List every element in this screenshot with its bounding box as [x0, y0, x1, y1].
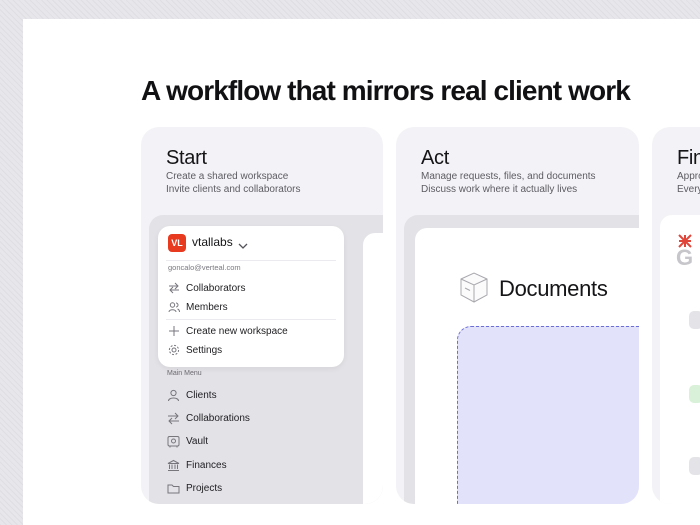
- users-icon: [168, 302, 180, 313]
- folder-icon: [167, 484, 180, 493]
- menu-item-label: Members: [186, 301, 228, 313]
- divider: [166, 319, 336, 320]
- menu-item-collaborators[interactable]: Collaborators: [168, 281, 245, 295]
- card-description-line: Every: [677, 184, 700, 195]
- sidebar-item-clients[interactable]: Clients: [167, 387, 217, 403]
- card-description-line: Invite clients and collaborators: [166, 184, 301, 195]
- status-pill: [689, 385, 700, 403]
- user-icon: [168, 389, 179, 401]
- documents-title: Documents: [499, 276, 608, 301]
- card-act: Act Manage requests, files, and document…: [396, 127, 639, 504]
- sidebar-item-collaborations[interactable]: Collaborations: [167, 410, 250, 426]
- card-start: Start Create a shared workspace Invite c…: [141, 127, 383, 504]
- plus-icon: [169, 326, 179, 336]
- card-finish: Fin Appro Every G: [652, 127, 700, 504]
- menu-item-label: Collaborators: [186, 282, 246, 294]
- menu-item-settings[interactable]: Settings: [168, 343, 222, 357]
- card-description-line: Appro: [677, 171, 700, 182]
- gear-icon: [168, 344, 180, 356]
- main-menu-label: Main Menu: [167, 370, 202, 377]
- chevron-down-icon[interactable]: [238, 237, 248, 255]
- status-pill: [689, 457, 700, 475]
- sidebar-item-label: Projects: [186, 482, 223, 494]
- card-description-line: Create a shared workspace: [166, 171, 289, 182]
- sidebar-item-finances[interactable]: Finances: [167, 457, 227, 473]
- divider: [166, 260, 336, 261]
- card-description-line: Discuss work where it actually lives: [421, 184, 578, 195]
- file-dropzone[interactable]: [457, 326, 639, 504]
- folder-3d-icon: [458, 271, 490, 310]
- swap-arrows-icon: [169, 282, 179, 294]
- workspace-email: goncalo@verteal.com: [168, 263, 241, 272]
- card-title: Act: [421, 147, 449, 169]
- card-title: Fin: [677, 147, 700, 169]
- page-headline: A workflow that mirrors real client work: [141, 75, 631, 106]
- brand-logo-text: G: [676, 245, 694, 270]
- sidebar-item-vault[interactable]: Vault: [167, 433, 208, 449]
- app-mockup-panel: [363, 233, 383, 504]
- menu-item-label: Create new workspace: [186, 325, 288, 337]
- swap-arrows-icon: [168, 412, 179, 424]
- workspace-name[interactable]: vtallabs: [192, 235, 233, 249]
- safe-icon: [167, 435, 180, 447]
- bank-icon: [167, 459, 180, 471]
- sidebar-item-label: Vault: [186, 435, 209, 447]
- sidebar-item-label: Collaborations: [186, 412, 250, 424]
- menu-item-label: Settings: [186, 344, 223, 356]
- status-pill: [689, 311, 700, 329]
- menu-item-members[interactable]: Members: [168, 300, 228, 314]
- sidebar-item-label: Finances: [186, 459, 227, 471]
- sidebar-item-label: Clients: [186, 389, 217, 401]
- card-description-line: Manage requests, files, and documents: [421, 171, 596, 182]
- menu-item-create-workspace[interactable]: Create new workspace: [168, 324, 288, 338]
- sidebar-item-projects[interactable]: Projects: [167, 480, 222, 496]
- workspace-avatar: VL: [168, 234, 186, 252]
- card-title: Start: [166, 147, 207, 169]
- workspace-dropdown: VL vtallabs goncalo@verteal.com Collabor…: [158, 226, 344, 367]
